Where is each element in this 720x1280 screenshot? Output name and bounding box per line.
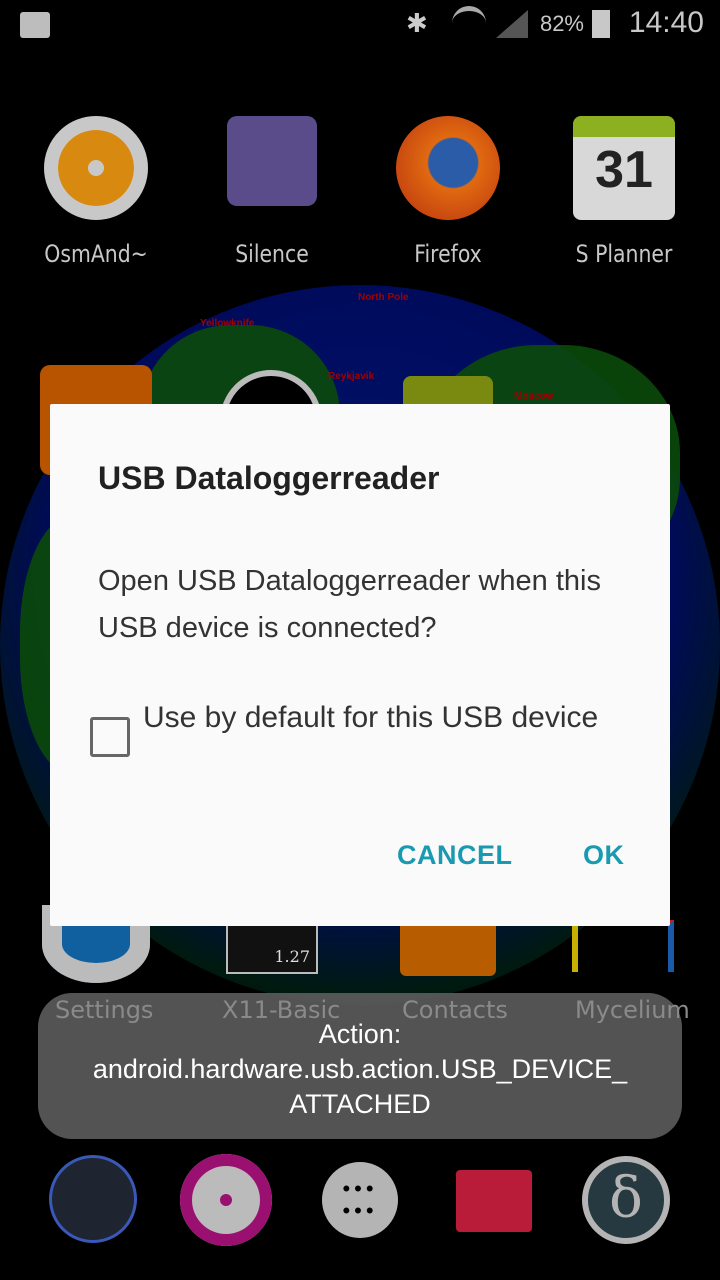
bluetooth-icon: ✱ <box>406 8 428 38</box>
city-label: Moscow <box>514 391 554 402</box>
app-drawer-icon[interactable]: ••• ••• <box>322 1162 398 1238</box>
app-silence[interactable]: Silence <box>197 116 347 268</box>
calendar-icon: 31 <box>573 116 675 220</box>
city-label: North Pole <box>358 292 409 303</box>
battery-icon <box>592 10 610 38</box>
signal-icon <box>496 10 528 38</box>
dialog-title: USB Dataloggerreader <box>98 460 440 496</box>
app-label-mycelium: Mycelium <box>575 996 690 1024</box>
app-firefox[interactable]: Firefox <box>373 116 523 268</box>
silence-icon <box>227 116 317 206</box>
app-label-settings: Settings <box>55 996 154 1024</box>
dialog-message: Open USB Dataloggerreader when this USB … <box>98 565 601 644</box>
app-s-planner[interactable]: 31 S Planner <box>549 116 699 268</box>
city-label: Reykjavik <box>328 371 375 382</box>
android-debug-icon <box>20 12 50 38</box>
osmand-icon <box>44 116 148 220</box>
use-by-default-label[interactable]: Use by default for this USB device <box>143 698 623 738</box>
firefox-focus-icon[interactable] <box>180 1154 272 1246</box>
use-by-default-checkbox[interactable] <box>90 717 130 757</box>
xabber-icon[interactable] <box>49 1155 137 1243</box>
battery-percent: 82% <box>539 11 584 36</box>
mycelium-icon[interactable] <box>572 920 674 972</box>
k9-mail-icon[interactable] <box>456 1170 532 1232</box>
cancel-button[interactable]: CANCEL <box>397 840 513 871</box>
ok-button[interactable]: OK <box>583 840 625 871</box>
delta-chat-icon[interactable]: δ <box>582 1156 670 1244</box>
firefox-icon <box>396 116 500 220</box>
city-label: Yellowknife <box>200 318 255 329</box>
app-label-x11-basic: X11-Basic <box>222 996 341 1024</box>
status-bar: ✱ 82% 14:40 <box>0 0 720 48</box>
clock: 14:40 <box>628 6 704 39</box>
app-label-contacts: Contacts <box>402 996 508 1024</box>
wifi-icon <box>452 6 486 40</box>
usb-permission-dialog: USB Dataloggerreader Open USB Datalogger… <box>50 404 670 926</box>
app-osmand[interactable]: OsmAnd~ <box>21 116 171 268</box>
